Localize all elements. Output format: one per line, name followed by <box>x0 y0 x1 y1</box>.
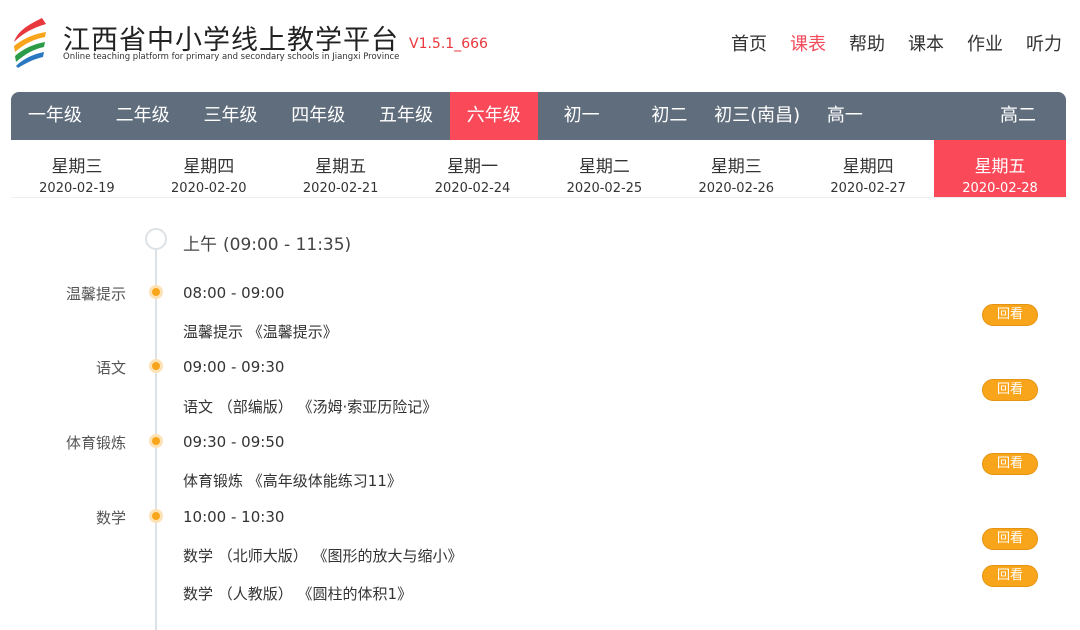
tab-day[interactable]: 星期四 2020-02-20 <box>143 140 275 197</box>
time-slot: 09:00 - 09:30 <box>183 358 285 376</box>
day-weekday: 星期五 <box>315 157 367 177</box>
day-date: 2020-02-28 <box>962 181 1038 196</box>
subject-label: 数学 <box>95 509 126 527</box>
subject-label: 体育锻炼 <box>65 434 126 452</box>
day-weekday: 星期四 <box>183 157 235 177</box>
replay-button[interactable]: 回看 <box>982 528 1038 550</box>
day-date: 2020-02-21 <box>302 181 379 196</box>
nav-textbook[interactable]: 课本 <box>908 30 944 56</box>
subject-label: 语文 <box>95 359 126 377</box>
subject-label: 温馨提示 <box>65 285 126 303</box>
tab-grade-2[interactable]: 二年级 <box>99 92 187 140</box>
nav-schedule[interactable]: 课表 <box>790 30 826 56</box>
schedule-timeline: 上午 (09:00 - 11:35) 温馨提示 08:00 - 09:00 温馨提… <box>11 198 1066 630</box>
tab-senior-1[interactable]: 高一 <box>801 92 889 140</box>
tab-grade-1[interactable]: 一年级 <box>11 92 99 140</box>
version-label: V1.5.1_666 <box>409 36 488 52</box>
time-slot: 09:30 - 09:50 <box>183 433 285 451</box>
day-weekday: 星期二 <box>578 157 630 177</box>
day-date: 2020-02-25 <box>566 181 643 196</box>
tab-day[interactable]: 星期二 2020-02-25 <box>539 140 671 197</box>
tab-day[interactable]: 星期三 2020-02-26 <box>670 140 802 197</box>
timeline-dot-icon <box>149 509 163 523</box>
day-date: 2020-02-24 <box>434 181 511 196</box>
day-weekday: 星期一 <box>447 157 499 177</box>
tab-day-active[interactable]: 星期五 2020-02-28 <box>934 140 1066 197</box>
platform-logo-icon[interactable] <box>12 16 48 68</box>
time-slot: 08:00 - 09:00 <box>183 284 285 302</box>
replay-button[interactable]: 回看 <box>982 453 1038 475</box>
tab-junior-2[interactable]: 初二 <box>625 92 713 140</box>
day-date: 2020-02-19 <box>39 181 115 196</box>
course-item: 温馨提示 《温馨提示》 <box>183 323 338 341</box>
nav-home[interactable]: 首页 <box>731 30 767 56</box>
day-weekday: 星期四 <box>842 157 894 177</box>
nav-homework[interactable]: 作业 <box>967 30 1003 56</box>
platform-subtitle: Online teaching platform for primary and… <box>63 52 400 62</box>
tab-senior-2[interactable]: 高二 <box>889 92 1066 140</box>
day-date: 2020-02-20 <box>171 181 247 196</box>
tab-day[interactable]: 星期三 2020-02-19 <box>11 140 143 197</box>
grade-tabs: 一年级 二年级 三年级 四年级 五年级 六年级 初一 初二 初三(南昌) 高一 … <box>11 92 1066 140</box>
timeline-dot-icon <box>149 434 163 448</box>
tab-junior-1[interactable]: 初一 <box>538 92 626 140</box>
nav-listening[interactable]: 听力 <box>1026 30 1062 56</box>
day-weekday: 星期五 <box>974 157 1026 177</box>
replay-button[interactable]: 回看 <box>982 379 1038 401</box>
tab-grade-5[interactable]: 五年级 <box>362 92 450 140</box>
section-circle-icon <box>145 228 167 250</box>
tab-day[interactable]: 星期四 2020-02-27 <box>802 140 934 197</box>
section-time: (09:00 - 11:35) <box>223 235 352 255</box>
tab-junior-3-nanchang[interactable]: 初三(南昌) <box>713 92 801 140</box>
replay-button[interactable]: 回看 <box>982 304 1038 326</box>
nav-help[interactable]: 帮助 <box>849 30 885 56</box>
tab-grade-4[interactable]: 四年级 <box>274 92 362 140</box>
day-weekday: 星期三 <box>710 157 762 177</box>
section-label: 上午 <box>183 235 217 255</box>
header: 江西省中小学线上教学平台 Online teaching platform fo… <box>0 0 1080 92</box>
tab-grade-3[interactable]: 三年级 <box>187 92 275 140</box>
course-item: 语文 （部编版） 《汤姆·索亚历险记》 <box>183 398 438 416</box>
time-slot: 10:00 - 10:30 <box>183 508 285 526</box>
course-item: 体育锻炼 《高年级体能练习11》 <box>183 472 402 490</box>
top-nav: 首页 课表 帮助 课本 作业 听力 <box>708 30 1062 56</box>
tab-day[interactable]: 星期一 2020-02-24 <box>407 140 539 197</box>
timeline-dot-icon <box>149 285 163 299</box>
day-weekday: 星期三 <box>51 157 103 177</box>
tab-grade-6[interactable]: 六年级 <box>449 92 538 140</box>
tab-day[interactable]: 星期五 2020-02-21 <box>275 140 407 197</box>
section-title: 上午 (09:00 - 11:35) <box>183 230 351 255</box>
course-item: 数学 （北师大版） 《图形的放大与缩小》 <box>183 547 463 565</box>
day-date: 2020-02-27 <box>830 181 906 196</box>
day-date: 2020-02-26 <box>698 181 775 196</box>
course-item: 数学 （人教版） 《圆柱的体积1》 <box>183 585 413 603</box>
replay-button[interactable]: 回看 <box>982 565 1038 587</box>
timeline-dot-icon <box>149 359 163 373</box>
day-tabs: 星期三 2020-02-19 星期四 2020-02-20 星期五 2020-02-2… <box>11 140 1066 198</box>
